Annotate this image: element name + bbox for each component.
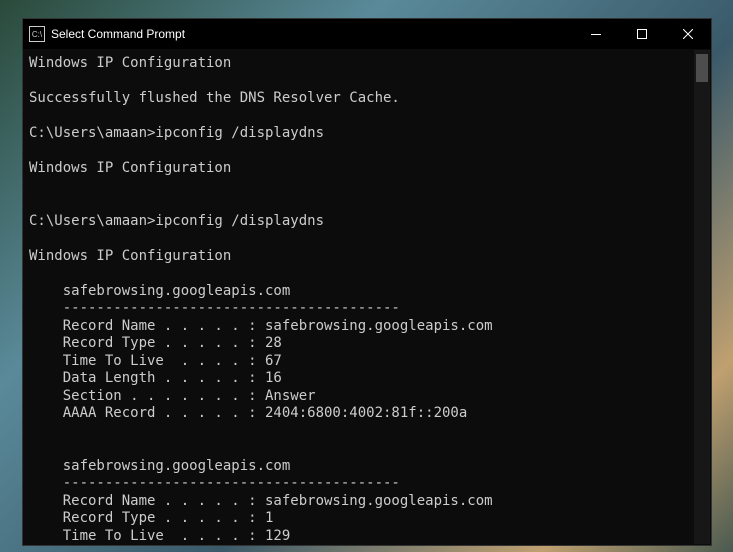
scrollbar-thumb[interactable]: [696, 54, 708, 82]
titlebar[interactable]: C:\ Select Command Prompt: [23, 19, 711, 49]
window-title: Select Command Prompt: [51, 27, 573, 41]
minimize-button[interactable]: [573, 19, 619, 49]
close-button[interactable]: [665, 19, 711, 49]
minimize-icon: [591, 34, 601, 35]
terminal-output[interactable]: Windows IP Configuration Successfully fl…: [23, 49, 711, 545]
terminal-text: Windows IP Configuration Successfully fl…: [29, 55, 493, 545]
close-icon: [683, 29, 693, 39]
cmd-icon: C:\: [29, 26, 45, 42]
command-prompt-window: C:\ Select Command Prompt Windows IP Con…: [22, 18, 712, 546]
window-controls: [573, 19, 711, 49]
maximize-icon: [637, 29, 647, 39]
maximize-button[interactable]: [619, 19, 665, 49]
scrollbar[interactable]: [694, 50, 710, 544]
